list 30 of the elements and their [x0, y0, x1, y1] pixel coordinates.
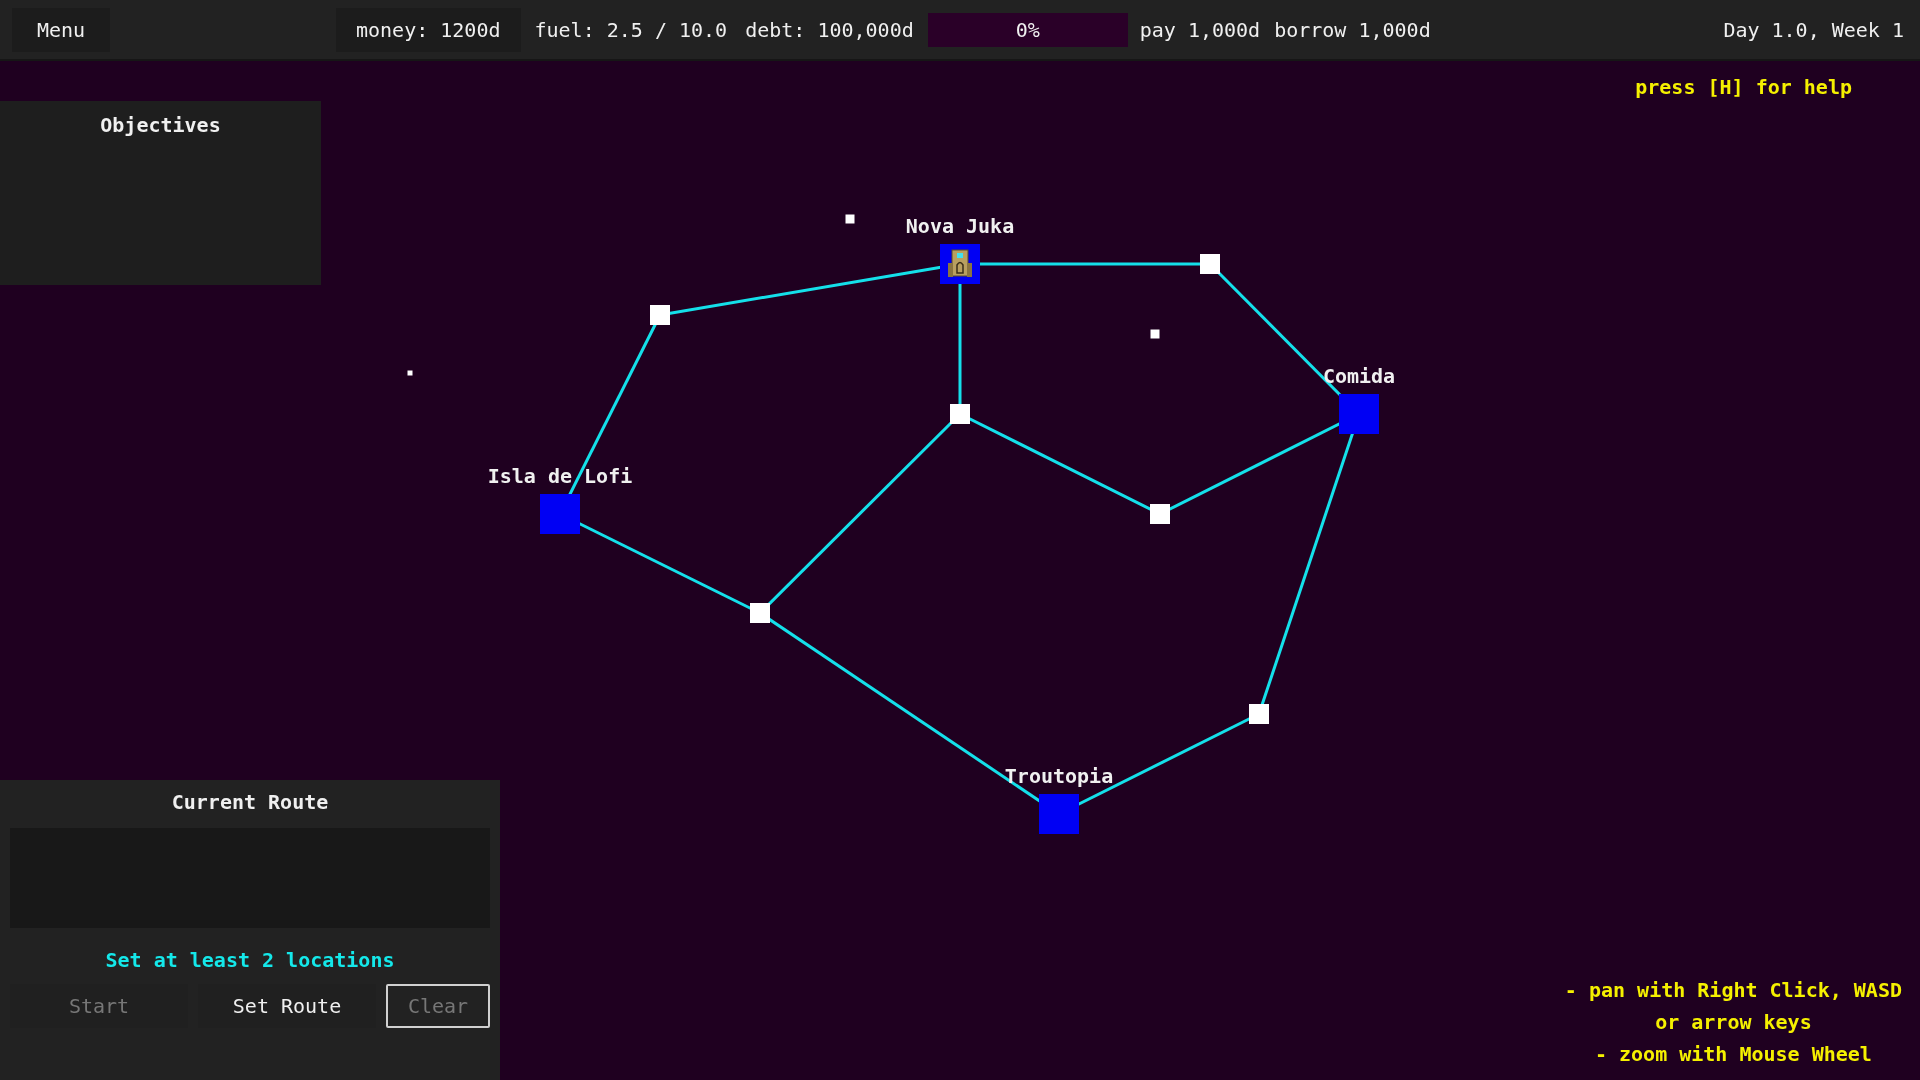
pay-button[interactable]: pay 1,000d [1137, 7, 1263, 52]
date-display: Day 1.0, Week 1 [1722, 17, 1905, 42]
city-node[interactable] [940, 244, 980, 284]
help-hint: press [H] for help [1635, 75, 1852, 99]
debt-display: debt: 100,000d [744, 17, 915, 42]
city-node[interactable] [1339, 394, 1379, 434]
panel-title: Objectives [100, 113, 221, 137]
city-label: Comida [1322, 364, 1396, 388]
ship-icon [948, 249, 972, 279]
city-node[interactable] [1039, 794, 1079, 834]
waypoint-node[interactable] [1150, 504, 1170, 524]
controls-hint: or arrow keys [1655, 1010, 1812, 1034]
city-label: Isla de Lofi [487, 464, 633, 488]
menu-button[interactable]: Menu [12, 7, 110, 52]
city-label: Nova Juka [905, 214, 1015, 238]
route-message: Set at least 2 locations [105, 948, 395, 972]
fuel-display: fuel: 2.5 / 10.0 [533, 17, 729, 42]
waypoint-node[interactable] [650, 305, 670, 325]
money-display: money: 1200d [336, 7, 521, 52]
progress-label: 0% [1015, 17, 1040, 42]
city-label: Troutopia [1004, 764, 1114, 788]
controls-hint: - zoom with Mouse Wheel [1594, 1042, 1872, 1066]
waypoint-node[interactable] [1249, 704, 1269, 724]
city-node[interactable] [540, 494, 580, 534]
panel-title: Current Route [171, 790, 329, 814]
waypoint-node[interactable] [950, 404, 970, 424]
controls-hint: - pan with Right Click, WASD [1564, 978, 1902, 1002]
waypoint-node[interactable] [1200, 254, 1220, 274]
waypoint-node[interactable] [750, 603, 770, 623]
borrow-button[interactable]: borrow 1,000d [1272, 7, 1433, 52]
